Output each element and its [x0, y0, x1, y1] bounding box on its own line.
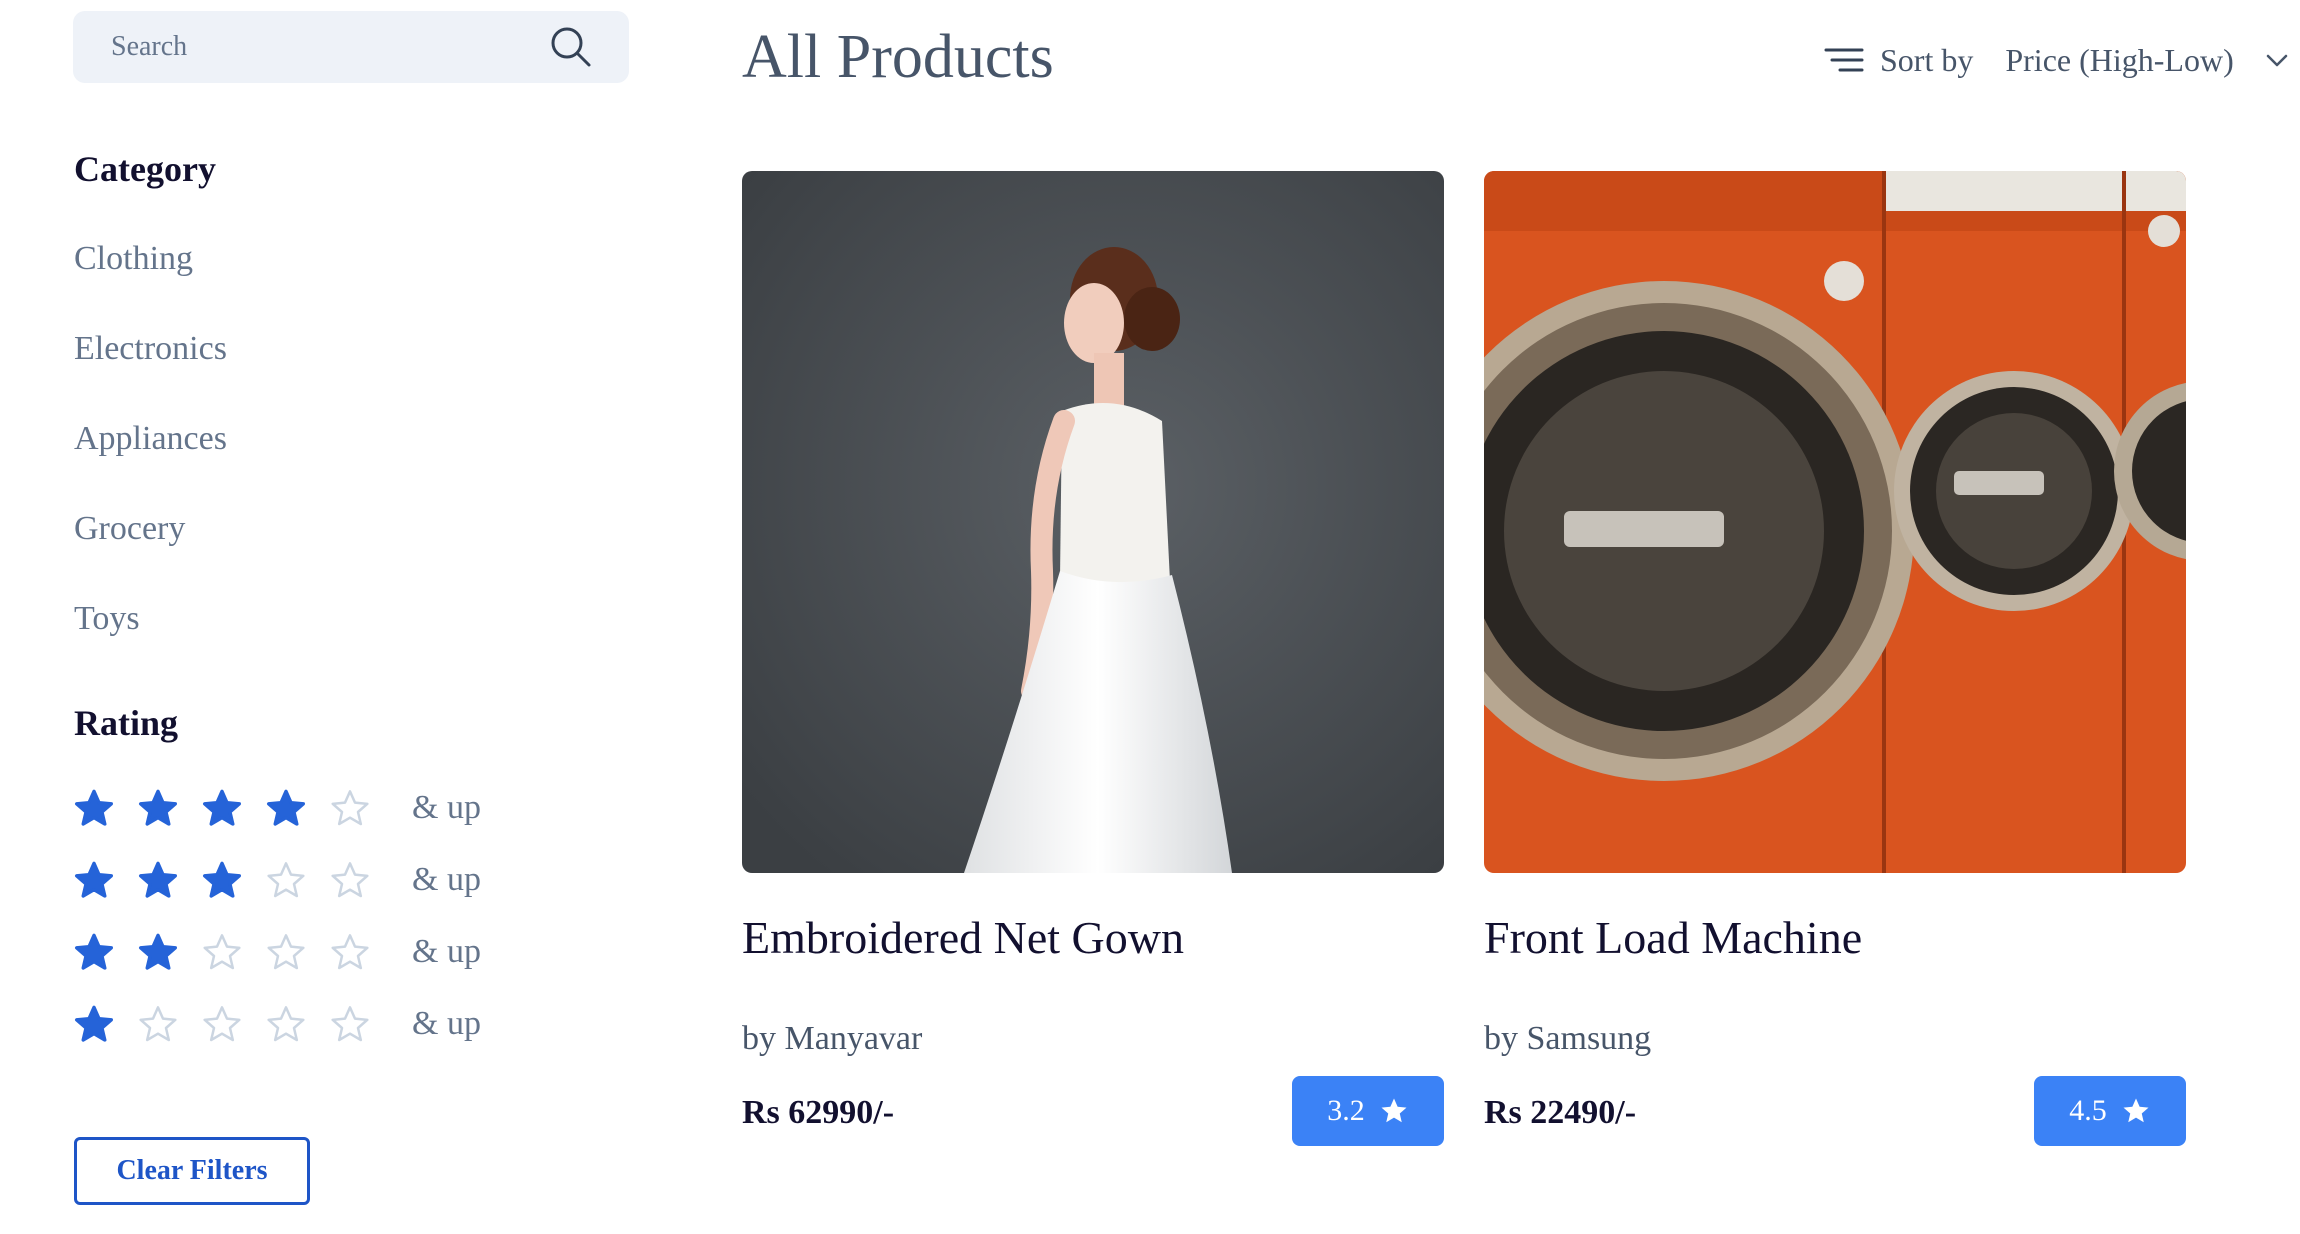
star-filled-icon [138, 858, 202, 902]
star-filled-icon [74, 930, 138, 974]
chevron-down-icon [2264, 47, 2290, 73]
star-icon [2121, 1096, 2151, 1126]
search-box[interactable] [73, 11, 629, 83]
product-title[interactable]: Front Load Machine [1484, 911, 2186, 964]
search-icon[interactable] [549, 25, 593, 69]
star-filled-icon [74, 858, 138, 902]
product-image-washer[interactable] [1484, 171, 2186, 873]
rating-heading: Rating [74, 703, 179, 743]
rating-suffix: & up [412, 861, 481, 898]
sort-bar: Sort by Price (High-Low) [1824, 34, 2300, 86]
product-footer: Rs 22490/- 4.5 [1484, 1076, 2186, 1146]
product-footer: Rs 62990/- 3.2 [742, 1076, 1444, 1146]
star-empty-icon [266, 858, 330, 902]
page-title: All Products [742, 23, 1054, 91]
star-empty-icon [330, 858, 394, 902]
star-filled-icon [74, 786, 138, 830]
rating-value: 3.2 [1327, 1094, 1365, 1127]
category-electronics[interactable]: Electronics [74, 314, 227, 404]
star-filled-icon [74, 1002, 138, 1046]
star-empty-icon [330, 1002, 394, 1046]
product-price: Rs 62990/- [742, 1094, 895, 1131]
star-filled-icon [138, 930, 202, 974]
rating-suffix: & up [412, 933, 481, 970]
star-empty-icon [266, 930, 330, 974]
rating-filter-2[interactable]: & up [74, 916, 481, 988]
star-filled-icon [202, 858, 266, 902]
rating-suffix: & up [412, 1005, 481, 1042]
rating-badge: 4.5 [2034, 1076, 2186, 1146]
star-empty-icon [202, 930, 266, 974]
category-grocery[interactable]: Grocery [74, 494, 227, 584]
product-title[interactable]: Embroidered Net Gown [742, 911, 1444, 964]
rating-filter-list: & up & up & up & up [74, 772, 481, 1060]
star-icon [1379, 1096, 1409, 1126]
sort-value: Price (High-Low) [2005, 41, 2234, 78]
rating-filter-4[interactable]: & up [74, 772, 481, 844]
product-price: Rs 22490/- [1484, 1094, 1637, 1131]
star-filled-icon [138, 786, 202, 830]
star-empty-icon [138, 1002, 202, 1046]
rating-suffix: & up [412, 789, 481, 826]
dress-photo [742, 171, 1444, 873]
star-group [74, 930, 404, 974]
sort-label: Sort by [1880, 41, 1974, 78]
rating-filter-3[interactable]: & up [74, 844, 481, 916]
star-empty-icon [330, 786, 394, 830]
star-empty-icon [266, 1002, 330, 1046]
product-brand: by Samsung [1484, 1020, 1652, 1057]
sort-select[interactable]: Price (High-Low) [2005, 42, 2289, 79]
category-appliances[interactable]: Appliances [74, 404, 227, 494]
washing-machine-photo [1484, 171, 2186, 873]
star-filled-icon [202, 786, 266, 830]
category-toys[interactable]: Toys [74, 584, 227, 674]
category-heading: Category [74, 149, 216, 189]
rating-filter-1[interactable]: & up [74, 988, 481, 1060]
category-list: Clothing Electronics Appliances Grocery … [74, 224, 227, 674]
star-group [74, 1002, 404, 1046]
star-group [74, 786, 404, 830]
product-brand: by Manyavar [742, 1020, 923, 1057]
sort-lines-icon [1824, 45, 1864, 75]
rating-badge: 3.2 [1292, 1076, 1444, 1146]
category-clothing[interactable]: Clothing [74, 224, 227, 314]
star-empty-icon [330, 930, 394, 974]
product-image-dress[interactable] [742, 171, 1444, 873]
product-card[interactable]: Front Load Machine by Samsung Rs 22490/-… [1484, 171, 2186, 1146]
star-group [74, 858, 404, 902]
search-input[interactable] [109, 30, 549, 64]
star-empty-icon [202, 1002, 266, 1046]
clear-filters-button[interactable]: Clear Filters [74, 1137, 310, 1205]
rating-value: 4.5 [2069, 1094, 2107, 1127]
star-filled-icon [266, 786, 330, 830]
product-card[interactable]: Embroidered Net Gown by Manyavar Rs 6299… [742, 171, 1444, 1146]
